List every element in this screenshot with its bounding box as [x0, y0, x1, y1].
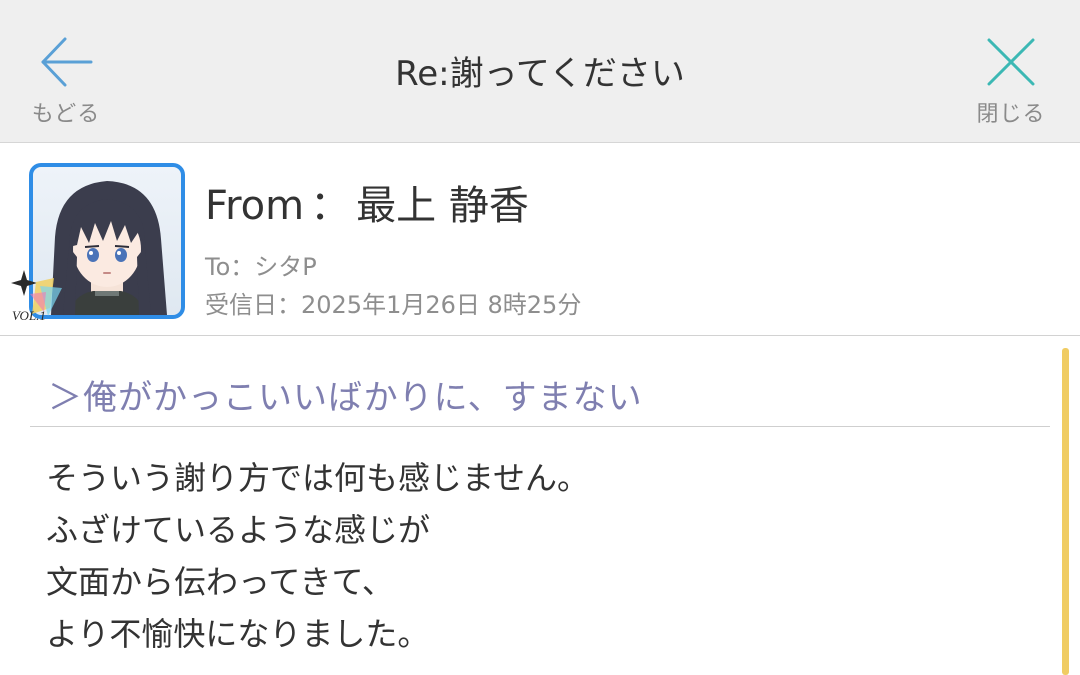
- vol-badge-icon: VOL.1: [11, 270, 62, 323]
- from-separator: ：: [310, 183, 351, 229]
- message-line: より不愉快になりました。: [46, 615, 430, 653]
- message-line: 文面から伝わってきて、: [46, 563, 394, 601]
- message-line: ふざけているような感じが: [46, 511, 431, 549]
- from-prefix: From: [205, 183, 305, 229]
- message-body[interactable]: ＞俺がかっこいいばかりに、すまない そういう謝り方では何も感じません。 ふざけて…: [0, 336, 1080, 675]
- message-text: そういう謝り方では何も感じません。 ふざけているような感じが 文面から伝わってき…: [46, 452, 589, 660]
- message-line: そういう謝り方では何も感じません。: [46, 459, 590, 497]
- sender-name: 最上 静香: [356, 183, 529, 229]
- close-label: 閉じる: [976, 102, 1046, 127]
- close-x-icon: [987, 38, 1035, 86]
- close-button[interactable]: 閉じる: [956, 30, 1066, 130]
- arrow-left-icon: [41, 37, 93, 87]
- badge-text: VOL.1: [12, 308, 46, 323]
- recipient-line: To：シタP: [205, 253, 317, 281]
- received-date: 受信日：2025年1月26日 8時25分: [205, 291, 582, 319]
- back-button[interactable]: もどる: [11, 30, 121, 130]
- page-title: Re:謝ってください: [395, 54, 685, 94]
- header-bar: もどる Re:謝ってください 閉じる: [0, 0, 1080, 143]
- back-label: もどる: [31, 102, 101, 127]
- quote-divider: [30, 426, 1050, 427]
- quoted-text: ＞俺がかっこいいばかりに、すまない: [48, 378, 643, 418]
- from-line: From：最上 静香: [205, 173, 529, 231]
- scrollbar[interactable]: [1062, 348, 1069, 675]
- sender-info: VOL.1 From：最上 静香 To：シタP 受信日：2025年1月26日 8…: [0, 143, 1080, 336]
